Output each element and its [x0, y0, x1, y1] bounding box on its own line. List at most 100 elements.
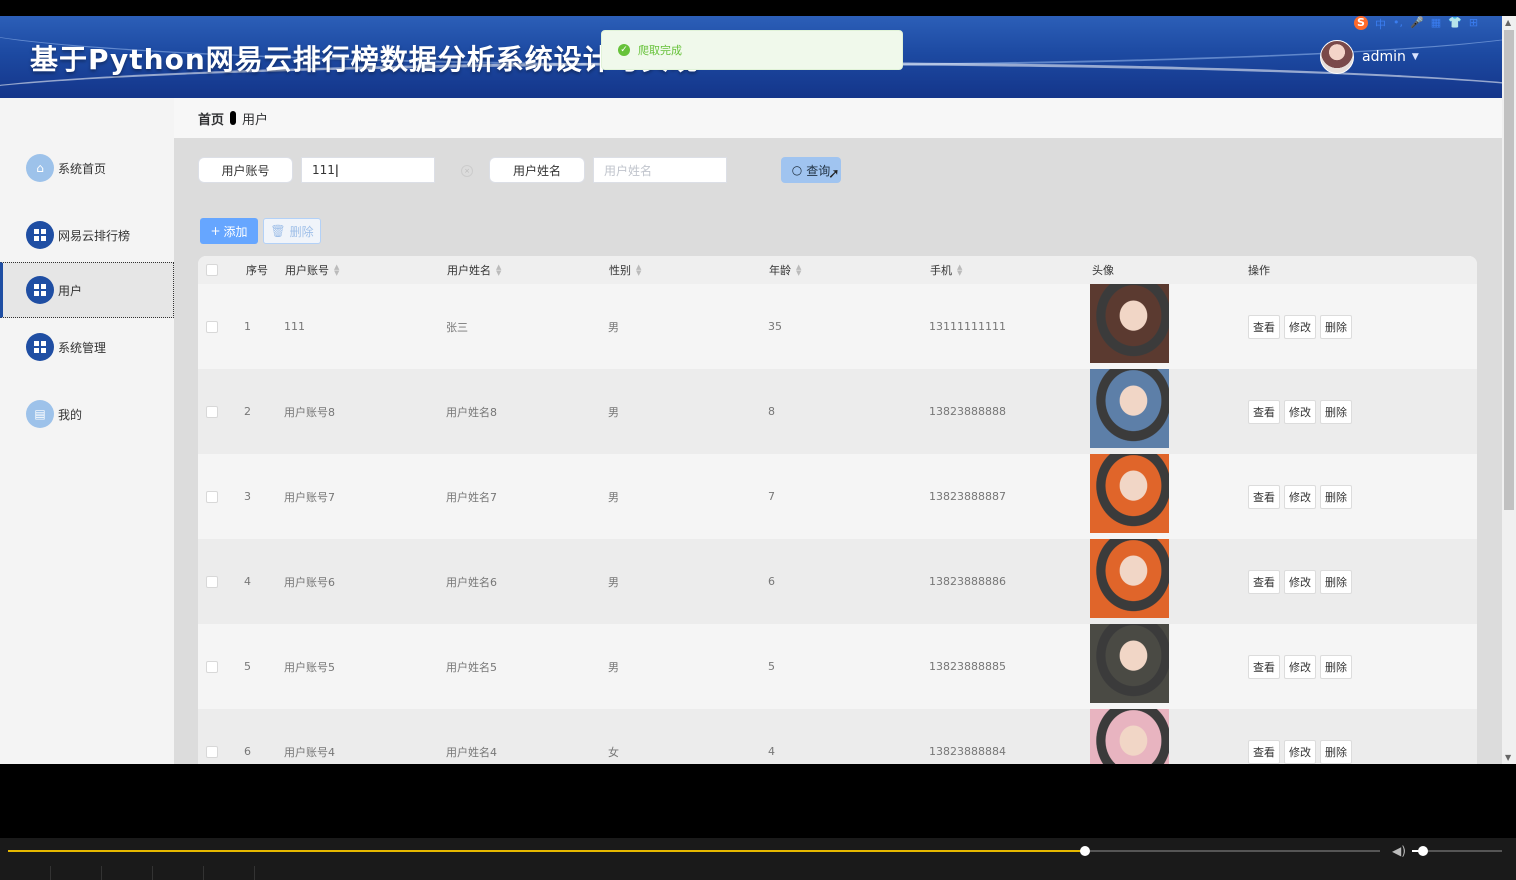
cell-phone: 13823888884 [929, 745, 1006, 758]
player-segment[interactable] [102, 866, 153, 880]
row-actions: 查看 修改 删除 [1248, 539, 1352, 624]
breadcrumb-separator-icon [230, 111, 237, 125]
player-segment[interactable] [204, 866, 255, 880]
home-icon: ⌂ [26, 154, 54, 182]
tray-item-5[interactable]: ⊞ [1469, 16, 1478, 30]
col-phone[interactable]: 手机 ▲ ▼ [930, 256, 962, 284]
col-account[interactable]: 用户账号 ▲ ▼ [285, 256, 339, 284]
edit-button[interactable]: 修改 [1284, 484, 1316, 509]
caret-down-icon: ▼ [1411, 52, 1419, 62]
scroll-down-icon[interactable]: ▼ [1505, 753, 1511, 762]
delete-row-button[interactable]: 删除 [1320, 314, 1352, 339]
view-button[interactable]: 查看 [1248, 569, 1280, 594]
cell-phone: 13111111111 [929, 320, 1006, 333]
delete-row-button[interactable]: 删除 [1320, 484, 1352, 509]
cell-gender: 男 [608, 575, 619, 589]
view-button[interactable]: 查看 [1248, 484, 1280, 509]
cell-age: 8 [768, 405, 775, 418]
grid-icon [26, 221, 54, 249]
sidebar-item-system-management[interactable]: 系统管理 [0, 319, 174, 375]
user-avatar-image [1090, 284, 1169, 363]
breadcrumb: 首页 用户 [174, 98, 1502, 138]
delete-row-button[interactable]: 删除 [1320, 654, 1352, 679]
sort-icon[interactable]: ▲ ▼ [496, 264, 501, 277]
mouse-cursor-icon: ➚ [828, 166, 840, 182]
edit-button[interactable]: 修改 [1284, 569, 1316, 594]
sort-icon[interactable]: ▲ ▼ [957, 264, 962, 277]
col-gender-label: 性别 [609, 264, 631, 277]
volume-slider[interactable] [1412, 846, 1502, 856]
delete-button[interactable]: 🗑 删除 [263, 218, 321, 244]
account-input[interactable]: 111 | [301, 157, 435, 183]
cell-name: 用户姓名7 [446, 490, 497, 504]
sidebar-item-label: 系统管理 [58, 340, 107, 355]
tray-item-0[interactable]: 中 [1375, 16, 1386, 31]
sidebar-item-home[interactable]: ⌂ 系统首页 [0, 140, 174, 196]
view-button[interactable]: 查看 [1248, 739, 1280, 764]
cell-account: 用户账号7 [284, 490, 335, 504]
delete-row-button[interactable]: 删除 [1320, 399, 1352, 424]
grid-icon [26, 333, 54, 361]
tray-item-1[interactable]: •, [1393, 16, 1403, 30]
name-input[interactable]: 用户姓名 [593, 157, 727, 183]
table-row: 3 用户账号7 用户姓名7 男 7 13823888887 查看 修改 删除 [198, 454, 1477, 540]
seek-bar[interactable] [8, 846, 1380, 856]
edit-button[interactable]: 修改 [1284, 314, 1316, 339]
user-menu[interactable]: admin ▼ [1320, 40, 1419, 74]
volume-handle[interactable] [1417, 846, 1428, 856]
card-icon: ▤ [26, 400, 54, 428]
row-actions: 查看 修改 删除 [1248, 624, 1352, 709]
col-name[interactable]: 用户姓名 ▲ ▼ [447, 256, 501, 284]
scroll-thumb[interactable] [1504, 30, 1514, 510]
view-button[interactable]: 查看 [1248, 399, 1280, 424]
sort-icon[interactable]: ▲ ▼ [796, 264, 801, 277]
col-actions: 操作 [1248, 264, 1270, 277]
delete-row-button[interactable]: 删除 [1320, 569, 1352, 594]
row-checkbox[interactable] [206, 624, 218, 709]
sidebar-item-netease-chart[interactable]: 网易云排行榜 [0, 207, 174, 263]
row-checkbox[interactable] [206, 369, 218, 454]
tray-item-2[interactable]: 🎤 [1410, 16, 1424, 30]
sidebar-item-users[interactable]: 用户 [0, 262, 174, 318]
scroll-up-icon[interactable]: ▲ [1505, 18, 1511, 27]
sidebar-item-mine[interactable]: ▤ 我的 [0, 386, 174, 442]
tray-item-3[interactable]: ▦ [1431, 16, 1441, 30]
sort-icon[interactable]: ▲ ▼ [334, 264, 339, 277]
cell-account: 111 [284, 320, 305, 333]
cell-index: 5 [244, 660, 251, 673]
cell-age: 6 [768, 575, 775, 588]
sort-icon[interactable]: ▲ ▼ [636, 264, 641, 277]
view-button[interactable]: 查看 [1248, 314, 1280, 339]
col-avatar: 头像 [1092, 264, 1114, 277]
select-all-checkbox[interactable] [206, 256, 218, 284]
table-row: 6 用户账号4 用户姓名4 女 4 13823888884 查看 修改 删除 [198, 709, 1477, 764]
cell-phone: 13823888888 [929, 405, 1006, 418]
clear-icon[interactable]: × [461, 165, 473, 177]
breadcrumb-home[interactable]: 首页 [198, 109, 224, 128]
row-checkbox[interactable] [206, 539, 218, 624]
view-button[interactable]: 查看 [1248, 654, 1280, 679]
col-age[interactable]: 年龄 ▲ ▼ [769, 256, 801, 284]
cell-index: 1 [244, 320, 251, 333]
edit-button[interactable]: 修改 [1284, 399, 1316, 424]
col-gender[interactable]: 性别 ▲ ▼ [609, 256, 641, 284]
vertical-scrollbar[interactable]: ▲ ▼ [1502, 16, 1516, 764]
row-checkbox[interactable] [206, 284, 218, 369]
tray-item-4[interactable]: 👕 [1448, 16, 1462, 30]
volume-icon[interactable]: ◀) [1392, 844, 1406, 858]
query-button-label: 查询 [806, 163, 831, 178]
user-avatar-image [1090, 709, 1169, 764]
sogou-icon[interactable]: S [1354, 16, 1368, 30]
seek-handle[interactable] [1080, 846, 1091, 856]
player-segment[interactable] [153, 866, 204, 880]
user-avatar-image [1090, 539, 1169, 618]
delete-row-button[interactable]: 删除 [1320, 739, 1352, 764]
row-checkbox[interactable] [206, 709, 218, 764]
player-segment[interactable] [0, 866, 51, 880]
add-button[interactable]: + 添加 [200, 218, 258, 244]
player-segment[interactable] [51, 866, 102, 880]
row-checkbox[interactable] [206, 454, 218, 539]
cell-gender: 男 [608, 490, 619, 504]
edit-button[interactable]: 修改 [1284, 654, 1316, 679]
edit-button[interactable]: 修改 [1284, 739, 1316, 764]
